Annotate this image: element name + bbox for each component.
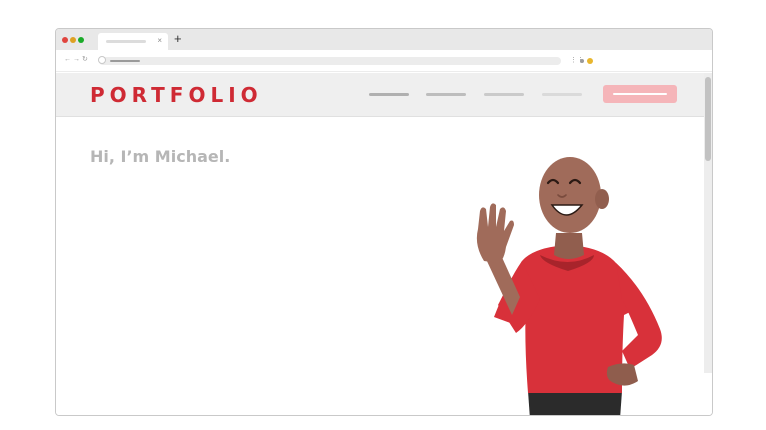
nav-link-4[interactable] [542, 93, 582, 96]
nav-link-1[interactable] [369, 93, 409, 96]
reload-icon[interactable]: ↻ [82, 55, 88, 65]
trousers [528, 391, 622, 415]
browser-titlebar: × + [56, 29, 712, 50]
head [539, 157, 601, 233]
tab-title-placeholder [106, 40, 146, 43]
url-input[interactable] [98, 56, 561, 65]
maximize-window-button[interactable] [78, 37, 84, 43]
url-text-placeholder [110, 60, 140, 62]
site-logo[interactable]: PORTFOLIO [90, 83, 263, 107]
cta-label-placeholder [613, 93, 667, 95]
waving-hand [476, 203, 514, 263]
browser-window: × + ← → ↻ ⋮⋮ PORTFOLIO Hi, I’m Michael. [55, 28, 713, 416]
close-tab-icon[interactable]: × [157, 35, 162, 47]
close-window-button[interactable] [62, 37, 68, 43]
new-tab-icon[interactable]: + [174, 31, 182, 47]
ear [595, 189, 609, 209]
forward-icon[interactable]: → [73, 55, 80, 65]
site-header: PORTFOLIO [56, 73, 712, 117]
neck [554, 233, 584, 259]
hero-greeting: Hi, I’m Michael. [90, 147, 231, 166]
back-icon[interactable]: ← [64, 55, 71, 65]
extension-icon[interactable] [580, 59, 584, 63]
scrollbar-thumb[interactable] [705, 77, 711, 161]
site-info-icon[interactable] [98, 56, 106, 64]
profile-avatar[interactable] [587, 58, 593, 64]
address-bar: ← → ↻ ⋮⋮ [56, 50, 712, 72]
nav-link-3[interactable] [484, 93, 524, 96]
cta-button[interactable] [603, 85, 677, 103]
nav-link-2[interactable] [426, 93, 466, 96]
browser-tab[interactable]: × [98, 33, 168, 50]
waving-man-illustration [476, 157, 662, 415]
web-page: PORTFOLIO Hi, I’m Michael. [56, 73, 712, 415]
minimize-window-button[interactable] [70, 37, 76, 43]
